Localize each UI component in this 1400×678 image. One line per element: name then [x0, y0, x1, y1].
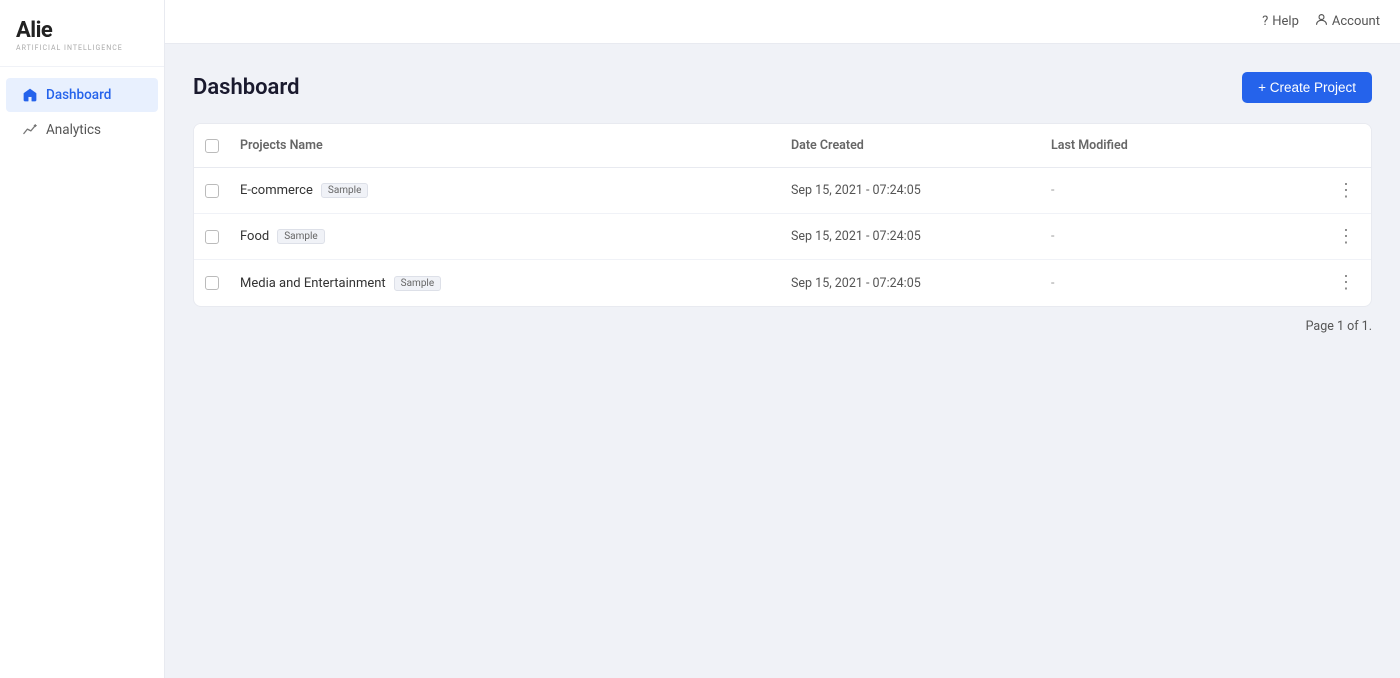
table-row: Media and Entertainment Sample Sep 15, 2…: [194, 260, 1371, 306]
row-1-name-cell: E-commerce Sample: [230, 173, 781, 208]
row-2-date-created: Sep 15, 2021 - 07:24:05: [781, 219, 1041, 254]
row-3-last-modified: -: [1041, 266, 1321, 301]
row-1-last-modified: -: [1041, 173, 1321, 208]
row-2-project-name: Food: [240, 229, 269, 244]
account-link[interactable]: Account: [1315, 13, 1380, 30]
header-date-created: Date Created: [781, 134, 1041, 157]
header-last-modified: Last Modified: [1041, 134, 1321, 157]
analytics-icon: [22, 122, 38, 138]
account-icon: [1315, 13, 1328, 30]
app-tagline: artificial intelligence: [16, 44, 148, 52]
sidebar: Alie artificial intelligence Dashboard A…: [0, 0, 165, 678]
account-label: Account: [1332, 14, 1380, 29]
sidebar-item-analytics[interactable]: Analytics: [6, 113, 158, 147]
main-area: ? Help Account Dashboard + Create Projec…: [165, 0, 1400, 678]
row-2-checkbox-cell: [194, 230, 230, 244]
home-icon: [22, 87, 38, 103]
row-3-checkbox-cell: [194, 276, 230, 290]
row-3-more-options-button[interactable]: ⋮: [1331, 274, 1361, 292]
sidebar-nav: Dashboard Analytics: [0, 67, 164, 158]
create-project-button[interactable]: + Create Project: [1242, 72, 1372, 103]
row-3-checkbox[interactable]: [205, 276, 219, 290]
help-label: Help: [1272, 14, 1299, 29]
header-project-name: Projects Name: [230, 134, 781, 157]
row-3-project-name-group: Media and Entertainment Sample: [240, 276, 771, 291]
content-header: Dashboard + Create Project: [193, 72, 1372, 103]
row-2-project-name-group: Food Sample: [240, 229, 771, 244]
select-all-checkbox[interactable]: [205, 139, 219, 153]
row-2-more-options-button[interactable]: ⋮: [1331, 228, 1361, 246]
pagination-label: Page 1 of 1.: [1306, 319, 1372, 334]
sidebar-item-dashboard-label: Dashboard: [46, 87, 111, 103]
row-3-project-name: Media and Entertainment: [240, 276, 386, 291]
row-2-checkbox[interactable]: [205, 230, 219, 244]
table-row: Food Sample Sep 15, 2021 - 07:24:05 - ⋮: [194, 214, 1371, 260]
help-link[interactable]: ? Help: [1262, 14, 1299, 29]
row-1-badge: Sample: [321, 183, 369, 198]
sidebar-item-analytics-label: Analytics: [46, 122, 101, 138]
topbar: ? Help Account: [165, 0, 1400, 44]
row-1-checkbox[interactable]: [205, 184, 219, 198]
row-1-checkbox-cell: [194, 184, 230, 198]
page-title: Dashboard: [193, 75, 299, 100]
row-2-name-cell: Food Sample: [230, 219, 781, 254]
row-3-badge: Sample: [394, 276, 442, 291]
row-3-date-created: Sep 15, 2021 - 07:24:05: [781, 266, 1041, 301]
app-logo: Alie artificial intelligence: [0, 0, 164, 67]
row-1-project-name: E-commerce: [240, 183, 313, 198]
help-icon: ?: [1262, 14, 1268, 29]
projects-table: Projects Name Date Created Last Modified…: [193, 123, 1372, 307]
header-actions: [1321, 142, 1371, 150]
row-1-date-created: Sep 15, 2021 - 07:24:05: [781, 173, 1041, 208]
row-3-name-cell: Media and Entertainment Sample: [230, 266, 781, 301]
content-area: Dashboard + Create Project Projects Name…: [165, 44, 1400, 678]
row-2-badge: Sample: [277, 229, 325, 244]
row-1-more-options-button[interactable]: ⋮: [1331, 182, 1361, 200]
row-1-actions-cell: ⋮: [1321, 172, 1371, 210]
pagination: Page 1 of 1.: [193, 319, 1372, 334]
app-name: Alie: [16, 18, 148, 43]
row-2-actions-cell: ⋮: [1321, 218, 1371, 256]
header-checkbox-cell: [194, 139, 230, 153]
row-1-project-name-group: E-commerce Sample: [240, 183, 771, 198]
table-row: E-commerce Sample Sep 15, 2021 - 07:24:0…: [194, 168, 1371, 214]
row-2-last-modified: -: [1041, 219, 1321, 254]
row-3-actions-cell: ⋮: [1321, 264, 1371, 302]
sidebar-item-dashboard[interactable]: Dashboard: [6, 78, 158, 112]
table-header: Projects Name Date Created Last Modified: [194, 124, 1371, 168]
